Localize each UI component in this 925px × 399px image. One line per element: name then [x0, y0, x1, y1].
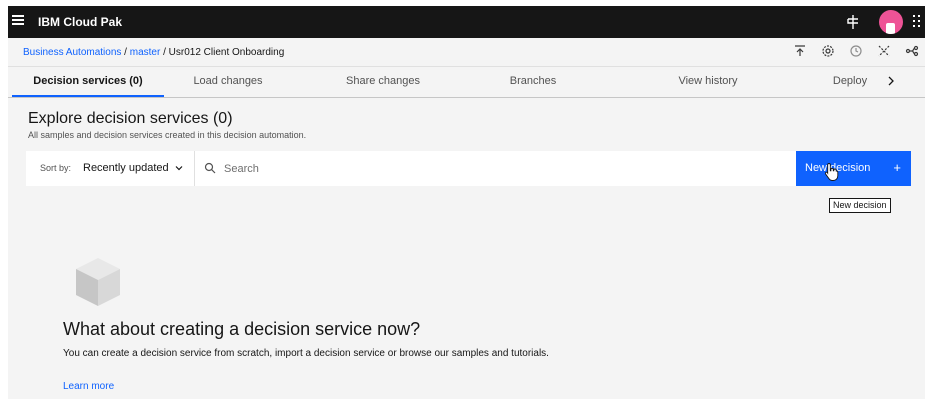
tooltip: New decision — [829, 198, 891, 213]
tab-load-changes[interactable]: Load changes — [168, 67, 288, 95]
empty-state-title: What about creating a decision service n… — [63, 319, 421, 339]
chevron-right-icon[interactable] — [884, 74, 898, 88]
breadcrumb-bar: Business Automations / master / Usr012 C… — [8, 38, 925, 67]
tab-deploy[interactable]: Deploy — [820, 67, 880, 95]
hamburger-menu-icon[interactable] — [12, 15, 24, 27]
breadcrumb-current: Usr012 Client Onboarding — [168, 47, 285, 58]
avatar[interactable] — [879, 10, 903, 34]
learn-more-link[interactable]: Learn more — [63, 381, 114, 392]
divider — [194, 151, 195, 186]
pin-icon[interactable] — [844, 13, 862, 31]
product-name: IBM Cloud Pak — [38, 15, 123, 29]
add-icon: + — [893, 160, 901, 175]
tab-share-changes[interactable]: Share changes — [318, 67, 448, 95]
empty-state-text: You can create a decision service from s… — [63, 348, 549, 359]
hand-cursor-icon — [824, 163, 839, 181]
breadcrumb-master[interactable]: master — [130, 47, 161, 58]
settings-icon[interactable] — [821, 44, 835, 58]
search-icon — [204, 162, 216, 174]
chevron-down-icon[interactable] — [174, 163, 184, 173]
history-icon[interactable] — [849, 44, 863, 58]
upload-icon[interactable] — [793, 44, 807, 58]
empty-box-icon — [76, 258, 120, 306]
sort-dropdown[interactable]: Recently updated — [83, 162, 175, 174]
sort-label: Sort by: — [40, 163, 72, 173]
main-content: Explore decision services (0) All sample… — [8, 98, 925, 399]
tab-decision-services[interactable]: Decision services (0) — [12, 67, 164, 97]
breadcrumb: Business Automations / master / Usr012 C… — [23, 47, 285, 58]
new-decision-button[interactable]: New decision + — [796, 151, 911, 186]
page-subtitle: All samples and decision services create… — [28, 130, 307, 140]
top-header: IBM Cloud Pak — [8, 6, 925, 38]
tab-view-history[interactable]: View history — [648, 67, 768, 95]
app-switcher-icon[interactable] — [912, 15, 922, 29]
tab-bar: Decision services (0) Load changes Share… — [8, 67, 925, 98]
page-title: Explore decision services (0) — [28, 110, 233, 127]
share-icon[interactable] — [905, 44, 919, 58]
search-input[interactable] — [222, 159, 786, 179]
refresh-icon[interactable] — [877, 44, 891, 58]
toolbar: Sort by: Recently updated New decision + — [26, 151, 911, 186]
tab-branches[interactable]: Branches — [478, 67, 588, 95]
breadcrumb-business-automations[interactable]: Business Automations — [23, 47, 121, 58]
